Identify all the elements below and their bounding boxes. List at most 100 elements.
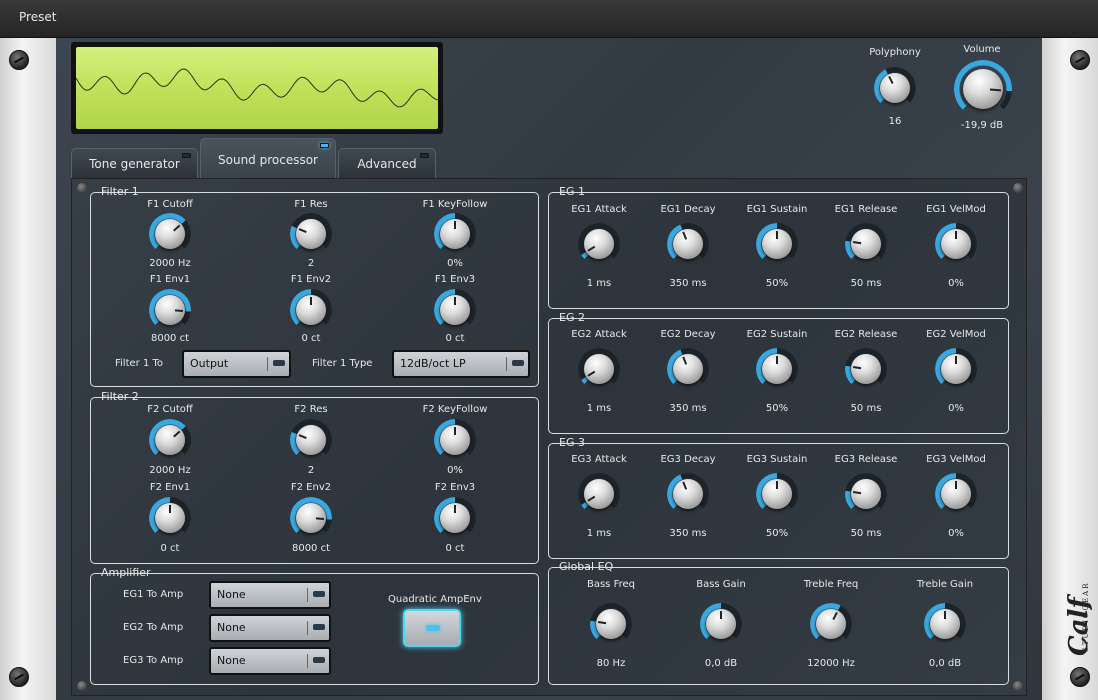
volume-label: Volume xyxy=(963,44,1001,55)
eg3-to-amp-label: EG3 To Amp xyxy=(123,655,184,666)
eg1-velmod-knob[interactable] xyxy=(935,223,977,265)
eg1-release-value: 50 ms xyxy=(850,278,882,289)
eg3-sustain-value: 50% xyxy=(765,528,789,539)
knob-cap xyxy=(851,229,881,259)
eg2-release-label: EG2 Release xyxy=(834,329,898,340)
eg2-attack-knob[interactable] xyxy=(578,348,620,390)
bass-freq-knob[interactable] xyxy=(590,603,632,645)
f2-keyfollow-value: 0% xyxy=(447,465,463,476)
f1-env2-value: 0 ct xyxy=(301,333,321,344)
knob-pointer xyxy=(310,297,312,305)
polyphony-knob[interactable] xyxy=(874,67,916,109)
eg3-decay-knob[interactable] xyxy=(667,473,709,515)
f2-env2-label: F2 Env2 xyxy=(290,482,332,493)
eg3-sustain-knob[interactable] xyxy=(756,473,798,515)
knob-pointer xyxy=(955,231,957,239)
f2-env1-label: F2 Env1 xyxy=(149,482,191,493)
tab-sound-processor[interactable]: Sound processor xyxy=(200,138,336,178)
f1-cutoff-knob[interactable] xyxy=(149,213,191,255)
eg1-to-amp-select[interactable]: None xyxy=(209,581,331,609)
treble-gain-label: Treble Gain xyxy=(916,579,974,590)
tab-tone-generator[interactable]: Tone generator xyxy=(71,148,198,178)
screw-icon xyxy=(9,667,29,687)
f2-keyfollow-knob[interactable] xyxy=(434,419,476,461)
menu-preset[interactable]: Preset xyxy=(19,10,56,24)
eg2-to-amp-select[interactable]: None xyxy=(209,614,331,642)
knob-pointer xyxy=(776,356,778,364)
eg2-attack-value: 1 ms xyxy=(586,403,612,414)
knob-cap xyxy=(673,479,703,509)
tab-label: Tone generator xyxy=(89,157,180,171)
bass-gain-knob[interactable] xyxy=(700,603,742,645)
f2-keyfollow-label: F2 KeyFollow xyxy=(422,404,488,415)
eg2-to-amp-label: EG2 To Amp xyxy=(123,622,184,633)
eg3-to-amp-select[interactable]: None xyxy=(209,647,331,675)
f1-keyfollow-knob[interactable] xyxy=(434,213,476,255)
eg1-velmod-label: EG1 VelMod xyxy=(926,204,986,215)
f1-env3-value: 0 ct xyxy=(445,333,465,344)
f2-env1-knob[interactable] xyxy=(149,497,191,539)
f2-env2-knob[interactable] xyxy=(290,497,332,539)
eg3-attack-knob[interactable] xyxy=(578,473,620,515)
eg2-release-knob[interactable] xyxy=(845,348,887,390)
eg2-sustain-knob[interactable] xyxy=(756,348,798,390)
eg2-velmod-knob[interactable] xyxy=(935,348,977,390)
rack-ear-left xyxy=(0,38,56,700)
eg3-velmod-knob[interactable] xyxy=(935,473,977,515)
filter1-to-value: Output xyxy=(190,357,229,370)
knob-cap xyxy=(851,479,881,509)
eg3-attack-label: EG3 Attack xyxy=(571,454,627,465)
knob-pointer xyxy=(955,356,957,364)
eg3-velmod-value: 0% xyxy=(948,528,964,539)
f2-cutoff-knob[interactable] xyxy=(149,419,191,461)
bass-gain-value: 0,0 dB xyxy=(704,658,738,669)
quadratic-ampenv-label: Quadratic AmpEnv xyxy=(388,594,482,605)
f2-res-value: 2 xyxy=(307,465,315,476)
eg1-release-knob[interactable] xyxy=(845,223,887,265)
filter1-type-select[interactable]: 12dB/oct LP xyxy=(392,350,530,378)
quadratic-ampenv-toggle[interactable] xyxy=(403,609,461,647)
f1-env1-label: F1 Env1 xyxy=(149,274,191,285)
f1-res-label: F1 Res xyxy=(294,199,328,210)
eg3-decay-value: 350 ms xyxy=(669,528,707,539)
f1-env1-knob[interactable] xyxy=(149,289,191,331)
eg1-decay-knob[interactable] xyxy=(667,223,709,265)
f1-keyfollow-label: F1 KeyFollow xyxy=(422,199,488,210)
filter1-type-label: Filter 1 Type xyxy=(312,358,373,369)
f2-env3-knob[interactable] xyxy=(434,497,476,539)
bass-freq-value: 80 Hz xyxy=(596,658,626,669)
volume-knob[interactable] xyxy=(954,60,1012,118)
dropdown-icon xyxy=(506,357,524,371)
filter1-to-select[interactable]: Output xyxy=(182,350,291,378)
eg2-decay-knob[interactable] xyxy=(667,348,709,390)
eg1-to-amp-value: None xyxy=(217,588,246,601)
eg1-sustain-knob[interactable] xyxy=(756,223,798,265)
tab-advanced[interactable]: Advanced xyxy=(338,148,436,178)
knob-pointer xyxy=(776,231,778,239)
eg1-attack-knob[interactable] xyxy=(578,223,620,265)
eg1-to-amp-label: EG1 To Amp xyxy=(123,589,184,600)
eg2-release-value: 50 ms xyxy=(850,403,882,414)
knob-cap xyxy=(584,479,614,509)
eg1-decay-value: 350 ms xyxy=(669,278,707,289)
treble-gain-knob[interactable] xyxy=(924,603,966,645)
eg3-sustain-label: EG3 Sustain xyxy=(746,454,808,465)
eg3-attack-value: 1 ms xyxy=(586,528,612,539)
treble-freq-knob[interactable] xyxy=(810,603,852,645)
knob-pointer xyxy=(955,481,957,489)
f1-env2-knob[interactable] xyxy=(290,289,332,331)
eq-title: Global EQ xyxy=(559,560,614,573)
f2-res-knob[interactable] xyxy=(290,419,332,461)
treble-gain-value: 0,0 dB xyxy=(928,658,962,669)
eg2-attack-label: EG2 Attack xyxy=(571,329,627,340)
eg1-attack-label: EG1 Attack xyxy=(571,204,627,215)
f2-env3-label: F2 Env3 xyxy=(434,482,476,493)
f1-env3-knob[interactable] xyxy=(434,289,476,331)
f1-res-knob[interactable] xyxy=(290,213,332,255)
knob-cap xyxy=(155,219,185,249)
treble-freq-value: 12000 Hz xyxy=(807,658,855,669)
knob-cap xyxy=(596,609,626,639)
f1-env2-label: F1 Env2 xyxy=(290,274,332,285)
f2-env2-value: 8000 ct xyxy=(291,543,331,554)
eg3-release-knob[interactable] xyxy=(845,473,887,515)
